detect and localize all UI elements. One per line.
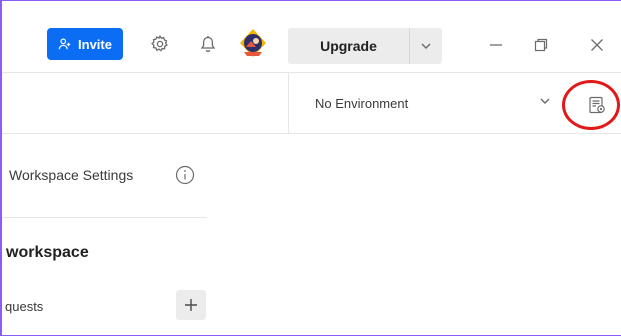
bell-icon: [200, 36, 216, 53]
settings-button[interactable]: [146, 30, 174, 58]
minimize-button[interactable]: [482, 31, 510, 59]
environment-toolbar: No Environment: [2, 72, 621, 134]
avatar[interactable]: [237, 26, 269, 60]
notifications-button[interactable]: [194, 30, 222, 58]
minimize-icon: [490, 44, 502, 46]
sidebar-divider: [2, 217, 207, 218]
workspace-settings-label: Workspace Settings: [9, 167, 134, 183]
app-window: Invite Upgrade No Environment Workspace …: [0, 0, 621, 336]
avatar-image: [240, 29, 266, 57]
workspace-title: workspace: [6, 244, 89, 261]
add-user-icon: [58, 38, 71, 50]
environment-selector[interactable]: No Environment: [289, 73, 565, 133]
invite-button[interactable]: Invite: [47, 28, 123, 60]
chevron-down-icon: [421, 43, 431, 49]
upgrade-button[interactable]: Upgrade: [288, 28, 410, 64]
upgrade-group: Upgrade: [288, 28, 442, 64]
info-button[interactable]: [174, 164, 196, 186]
environment-quick-look-button[interactable]: [585, 94, 609, 116]
restore-icon: [534, 38, 548, 52]
environment-selected-label: No Environment: [315, 95, 409, 111]
plus-icon: [185, 299, 197, 311]
close-button[interactable]: [583, 31, 611, 59]
invite-label: Invite: [78, 36, 112, 52]
title-bar: Invite Upgrade: [2, 1, 621, 71]
upgrade-menu-button[interactable]: [410, 28, 442, 64]
info-icon: [175, 165, 195, 185]
environment-quick-look-icon: [589, 96, 605, 114]
add-request-button[interactable]: [176, 290, 206, 320]
close-icon: [591, 39, 603, 51]
requests-label[interactable]: quests: [5, 299, 43, 314]
gear-icon: [151, 34, 168, 52]
chevron-down-icon: [540, 98, 550, 104]
restore-button[interactable]: [527, 31, 555, 59]
